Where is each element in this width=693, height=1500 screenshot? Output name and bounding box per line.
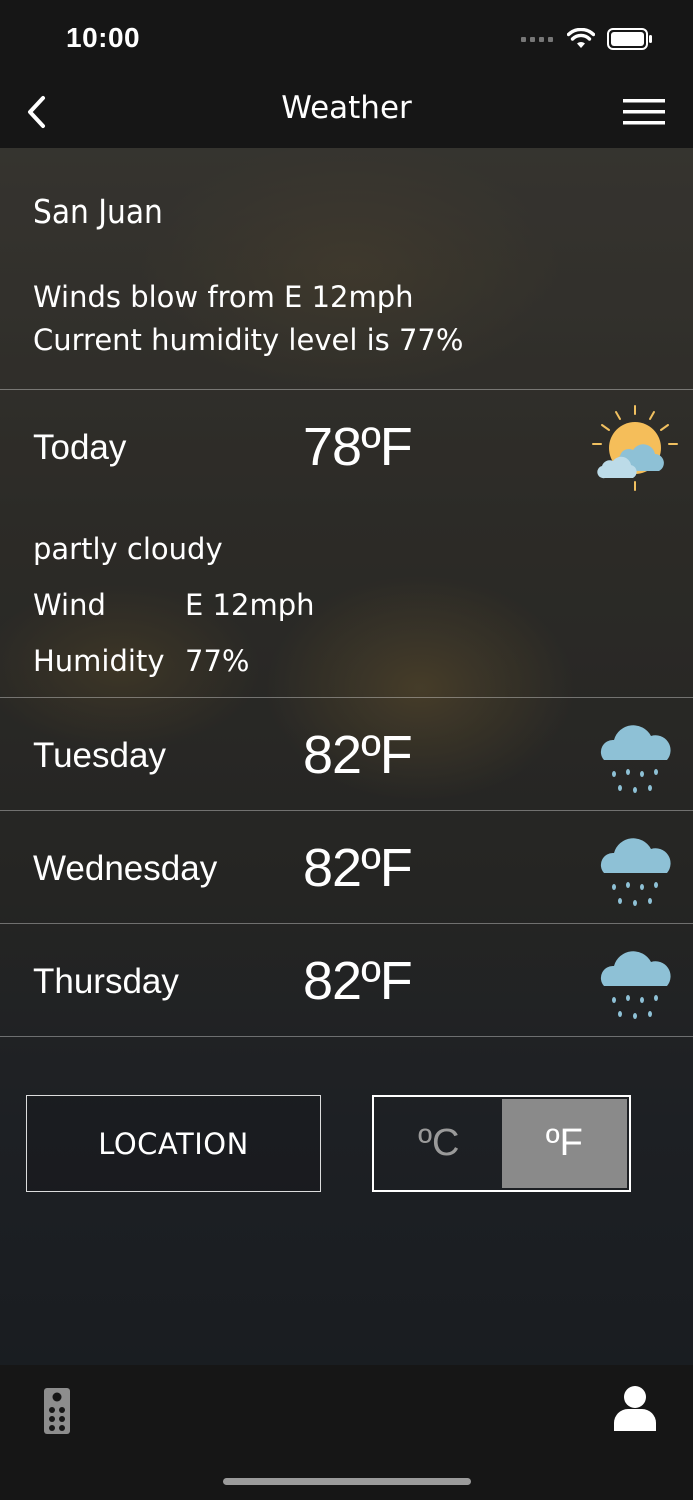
- celsius-option[interactable]: ºC: [376, 1099, 502, 1188]
- rain-cloud-icon: [600, 725, 671, 793]
- battery-icon: [607, 28, 652, 50]
- weather-content: San Juan Winds blow from E 12mph Current…: [0, 148, 693, 1365]
- profile-icon[interactable]: [612, 1385, 658, 1433]
- humidity-summary: Current humidity level is 77%: [33, 323, 464, 357]
- temperature: 82ºF: [303, 951, 413, 1011]
- forecast-row-thursday: Thursday 82ºF: [0, 924, 693, 1037]
- remote-icon[interactable]: [42, 1387, 72, 1435]
- day-label: Thursday: [33, 962, 179, 1001]
- weather-summary: Winds blow from E 12mph Current humidity…: [33, 276, 463, 362]
- unit-toggle: ºC ºF: [372, 1095, 631, 1192]
- wind-row: Wind E 12mph: [33, 588, 314, 622]
- nav-bar: Weather: [0, 76, 693, 148]
- city-name: San Juan: [33, 192, 163, 231]
- rain-cloud-icon: [600, 951, 671, 1019]
- temperature: 78ºF: [303, 417, 413, 477]
- signal-icon: [521, 37, 553, 42]
- tab-bar: [0, 1365, 693, 1500]
- rain-cloud-icon: [600, 838, 671, 906]
- day-label: Wednesday: [33, 849, 218, 888]
- temperature: 82ºF: [303, 838, 413, 898]
- forecast-row-tuesday: Tuesday 82ºF: [0, 698, 693, 811]
- wind-value: E 12mph: [185, 588, 315, 622]
- wifi-icon: [567, 28, 595, 48]
- wind-summary: Winds blow from E 12mph: [33, 280, 414, 314]
- temperature: 82ºF: [303, 725, 413, 785]
- home-indicator: [223, 1478, 471, 1485]
- humidity-label: Humidity: [33, 644, 165, 678]
- status-icons: [521, 26, 653, 52]
- forecast-row-wednesday: Wednesday 82ºF: [0, 811, 693, 924]
- partly-cloudy-icon: [592, 405, 678, 491]
- fahrenheit-option[interactable]: ºF: [501, 1099, 627, 1188]
- day-label: Tuesday: [33, 736, 166, 775]
- status-time: 10:00: [66, 22, 141, 53]
- location-button[interactable]: LOCATION: [26, 1095, 321, 1192]
- hamburger-icon: [623, 99, 665, 125]
- page-title: Weather: [281, 90, 412, 126]
- wind-label: Wind: [33, 588, 106, 622]
- weather-description: partly cloudy: [33, 532, 223, 566]
- humidity-row: Humidity 77%: [33, 644, 249, 678]
- menu-button[interactable]: [621, 94, 667, 130]
- today-forecast: Today 78ºF partly cloudy Wind E 12mph Hum…: [0, 390, 693, 698]
- day-label: Today: [33, 428, 127, 467]
- humidity-value: 77%: [185, 644, 250, 678]
- location-summary: San Juan Winds blow from E 12mph Current…: [0, 148, 693, 390]
- status-bar: 10:00: [0, 0, 693, 76]
